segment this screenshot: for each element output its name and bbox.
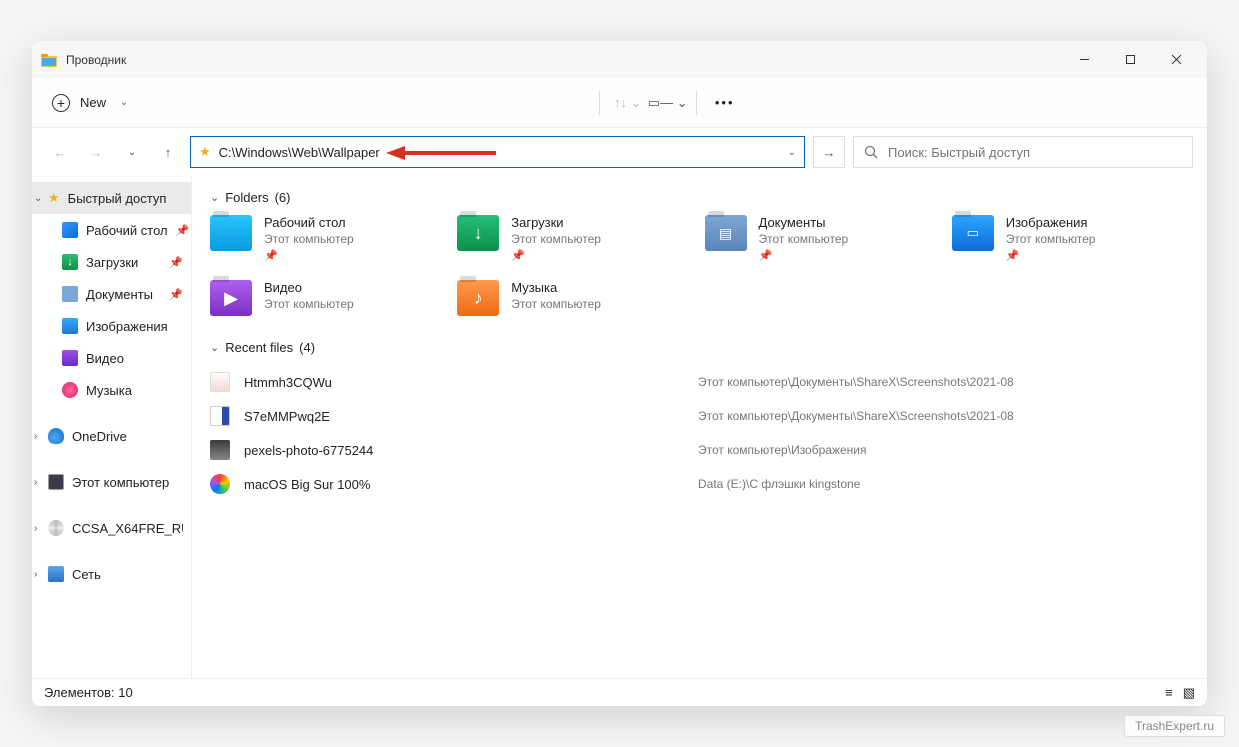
sidebar-item-music[interactable]: Музыка <box>32 374 191 406</box>
folder-downloads[interactable]: ↓ЗагрузкиЭтот компьютер📌 <box>457 215 694 262</box>
window-title: Проводник <box>66 53 1061 67</box>
onedrive-icon <box>48 428 64 444</box>
window-controls <box>1061 41 1199 78</box>
address-input[interactable] <box>219 145 780 160</box>
pictures-icon <box>62 318 78 334</box>
pin-icon: 📌 <box>264 249 354 262</box>
view-button[interactable]: ▭— ⌄ <box>648 87 688 119</box>
pin-icon: 📌 <box>176 224 190 237</box>
folders-section-header[interactable]: ⌄ Folders (6) <box>210 190 1189 205</box>
document-icon: ▤ <box>705 215 747 251</box>
recent-section-header[interactable]: ⌄ Recent files (4) <box>210 340 1189 355</box>
chevron-down-icon: ⌄ <box>210 341 219 354</box>
folders-grid: Рабочий столЭтот компьютер📌 ↓ЗагрузкиЭто… <box>210 215 1189 316</box>
new-button[interactable]: + New ⌄ <box>46 88 142 118</box>
music-icon <box>62 382 78 398</box>
plus-icon: + <box>52 94 70 112</box>
item-count: Элементов: 10 <box>44 685 133 700</box>
address-dropdown-icon[interactable]: ⌄ <box>788 147 796 158</box>
search-input[interactable] <box>888 145 1182 160</box>
watermark: TrashExpert.ru <box>1124 715 1225 737</box>
chevron-down-icon <box>34 193 42 204</box>
chevron-right-icon <box>34 523 37 534</box>
folder-documents[interactable]: ▤ДокументыЭтот компьютер📌 <box>705 215 942 262</box>
separator <box>599 91 600 115</box>
folder-music[interactable]: ♪МузыкаЭтот компьютер <box>457 280 694 316</box>
minimize-button[interactable] <box>1061 41 1107 78</box>
pin-icon: 📌 <box>169 288 183 301</box>
toolbar: + New ⌄ ↑↓ ⌄ ▭— ⌄ ••• <box>32 78 1207 128</box>
computer-icon <box>48 474 64 490</box>
download-icon: ↓ <box>457 215 499 251</box>
sidebar-item-videos[interactable]: Видео <box>32 342 191 374</box>
recent-file[interactable]: Htmmh3CQWuЭтот компьютер\Документы\Share… <box>210 365 1189 399</box>
back-button[interactable]: ← <box>46 138 74 166</box>
new-label: New <box>80 95 106 110</box>
pin-icon: 📌 <box>1006 249 1096 262</box>
forward-button[interactable]: → <box>82 138 110 166</box>
go-button[interactable]: → <box>813 136 845 168</box>
image-file-icon <box>210 440 230 460</box>
pin-icon: 📌 <box>759 249 849 262</box>
chevron-down-icon: ⌄ <box>120 97 128 108</box>
sidebar-ccsa[interactable]: CCSA_X64FRE_RU-RU <box>32 512 191 544</box>
status-bar: Элементов: 10 ≡ ▧ <box>32 678 1207 706</box>
search-icon <box>864 145 878 159</box>
recent-files-list: Htmmh3CQWuЭтот компьютер\Документы\Share… <box>210 365 1189 501</box>
details-view-button[interactable]: ≡ <box>1165 685 1173 701</box>
folder-videos[interactable]: ▶ВидеоЭтот компьютер <box>210 280 447 316</box>
play-icon: ▶ <box>210 280 252 316</box>
recent-locations-button[interactable]: ⌄ <box>118 138 146 166</box>
pin-icon: 📌 <box>511 249 601 262</box>
sidebar-quick-access[interactable]: ★ Быстрый доступ <box>32 182 191 214</box>
address-bar[interactable]: ★ ⌄ <box>190 136 805 168</box>
downloads-icon: ↓ <box>62 254 78 270</box>
recent-file[interactable]: S7eMMPwq2EЭтот компьютер\Документы\Share… <box>210 399 1189 433</box>
explorer-window: Проводник + New ⌄ ↑↓ ⌄ ▭— ⌄ ••• ← → ⌄ ↑ … <box>32 41 1207 706</box>
video-icon <box>62 350 78 366</box>
sidebar-network[interactable]: Сеть <box>32 558 191 590</box>
titlebar: Проводник <box>32 41 1207 78</box>
pin-icon: 📌 <box>169 256 183 269</box>
chevron-right-icon <box>34 569 37 580</box>
recent-file[interactable]: macOS Big Sur 100%Data (E:)\С флэшки kin… <box>210 467 1189 501</box>
sidebar-onedrive[interactable]: OneDrive <box>32 420 191 452</box>
sidebar-item-desktop[interactable]: Рабочий стол📌 <box>32 214 191 246</box>
explorer-app-icon <box>40 51 58 69</box>
desktop-icon <box>62 222 78 238</box>
note-icon: ♪ <box>457 280 499 316</box>
image-file-icon <box>210 406 230 426</box>
star-icon: ★ <box>199 144 211 160</box>
recent-file[interactable]: pexels-photo-6775244Этот компьютер\Изобр… <box>210 433 1189 467</box>
chevron-right-icon <box>34 431 37 442</box>
star-icon: ★ <box>48 190 60 206</box>
sidebar-this-pc[interactable]: Этот компьютер <box>32 466 191 498</box>
sidebar-label: Быстрый доступ <box>68 191 167 206</box>
sidebar-item-documents[interactable]: Документы📌 <box>32 278 191 310</box>
content-area: ⌄ Folders (6) Рабочий столЭтот компьютер… <box>192 176 1207 678</box>
nav-row: ← → ⌄ ↑ ★ ⌄ → <box>32 128 1207 176</box>
close-button[interactable] <box>1153 41 1199 78</box>
network-icon <box>48 566 64 582</box>
search-box[interactable] <box>853 136 1193 168</box>
sidebar-item-pictures[interactable]: Изображения <box>32 310 191 342</box>
sidebar: ★ Быстрый доступ Рабочий стол📌 ↓Загрузки… <box>32 176 192 678</box>
separator <box>696 91 697 115</box>
folder-pictures[interactable]: ▭ИзображенияЭтот компьютер📌 <box>952 215 1189 262</box>
chevron-right-icon <box>34 477 37 488</box>
folder-desktop[interactable]: Рабочий столЭтот компьютер📌 <box>210 215 447 262</box>
disc-icon <box>48 520 64 536</box>
sidebar-item-downloads[interactable]: ↓Загрузки📌 <box>32 246 191 278</box>
chevron-down-icon: ⌄ <box>210 191 219 204</box>
sort-button[interactable]: ↑↓ ⌄ <box>608 87 648 119</box>
more-button[interactable]: ••• <box>705 87 745 119</box>
image-icon: ▭ <box>952 215 994 251</box>
up-button[interactable]: ↑ <box>154 138 182 166</box>
thumbnails-view-button[interactable]: ▧ <box>1183 685 1195 701</box>
maximize-button[interactable] <box>1107 41 1153 78</box>
image-file-icon <box>210 372 230 392</box>
image-file-icon <box>210 474 230 494</box>
documents-icon <box>62 286 78 302</box>
